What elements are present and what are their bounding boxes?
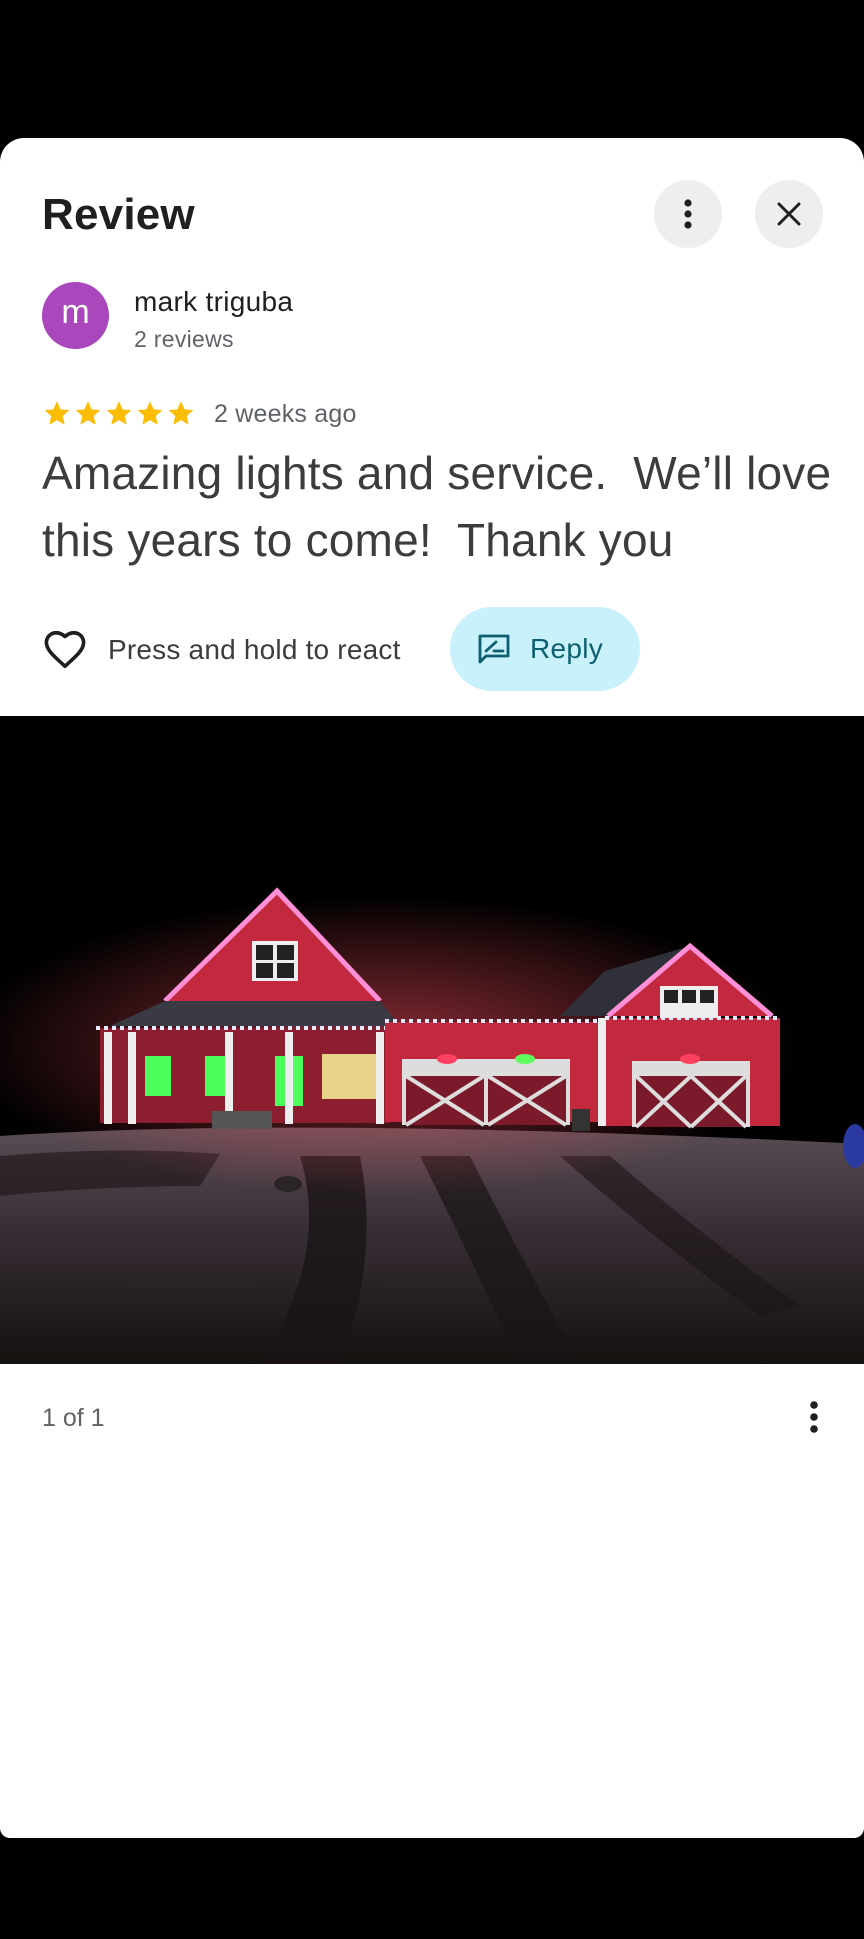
more-options-button[interactable] <box>654 180 722 248</box>
reply-button[interactable]: Reply <box>450 607 640 691</box>
rating-row: 2 weeks ago <box>42 394 357 434</box>
more-vert-icon <box>684 199 692 229</box>
star-icon <box>44 401 70 425</box>
close-button[interactable] <box>755 180 823 248</box>
avatar[interactable]: m <box>42 282 109 349</box>
react-label: Press and hold to react <box>108 634 401 665</box>
reply-label: Reply <box>530 633 604 664</box>
review-text: Amazing lights and service. We’ll love t… <box>42 447 845 566</box>
photo-more-button[interactable] <box>796 1394 832 1440</box>
close-icon <box>777 202 801 226</box>
star-icon <box>168 401 194 425</box>
photo-counter: 1 of 1 <box>42 1404 105 1432</box>
star-icon <box>75 401 101 425</box>
author-name[interactable]: mark triguba <box>134 286 293 318</box>
more-vert-icon <box>810 1401 818 1433</box>
photo-footer: 1 of 1 <box>0 1364 864 1464</box>
author-review-count: 2 reviews <box>134 326 234 352</box>
review-header: Review <box>0 138 864 248</box>
house-night-photo <box>0 716 864 1364</box>
review-sheet: Review m mark triguba 2 reviews 2 weeks … <box>0 138 864 1838</box>
review-time: 2 weeks ago <box>214 399 357 428</box>
star-icon <box>137 401 163 425</box>
review-author[interactable]: m mark triguba 2 reviews <box>42 282 742 352</box>
heart-outline-icon <box>44 630 86 669</box>
react-button[interactable]: Press and hold to react <box>42 608 401 692</box>
star-icon <box>106 401 132 425</box>
review-photo[interactable] <box>0 716 864 1364</box>
reply-edit-icon <box>478 634 510 664</box>
page-title: Review <box>42 190 195 239</box>
star-rating <box>42 399 196 429</box>
